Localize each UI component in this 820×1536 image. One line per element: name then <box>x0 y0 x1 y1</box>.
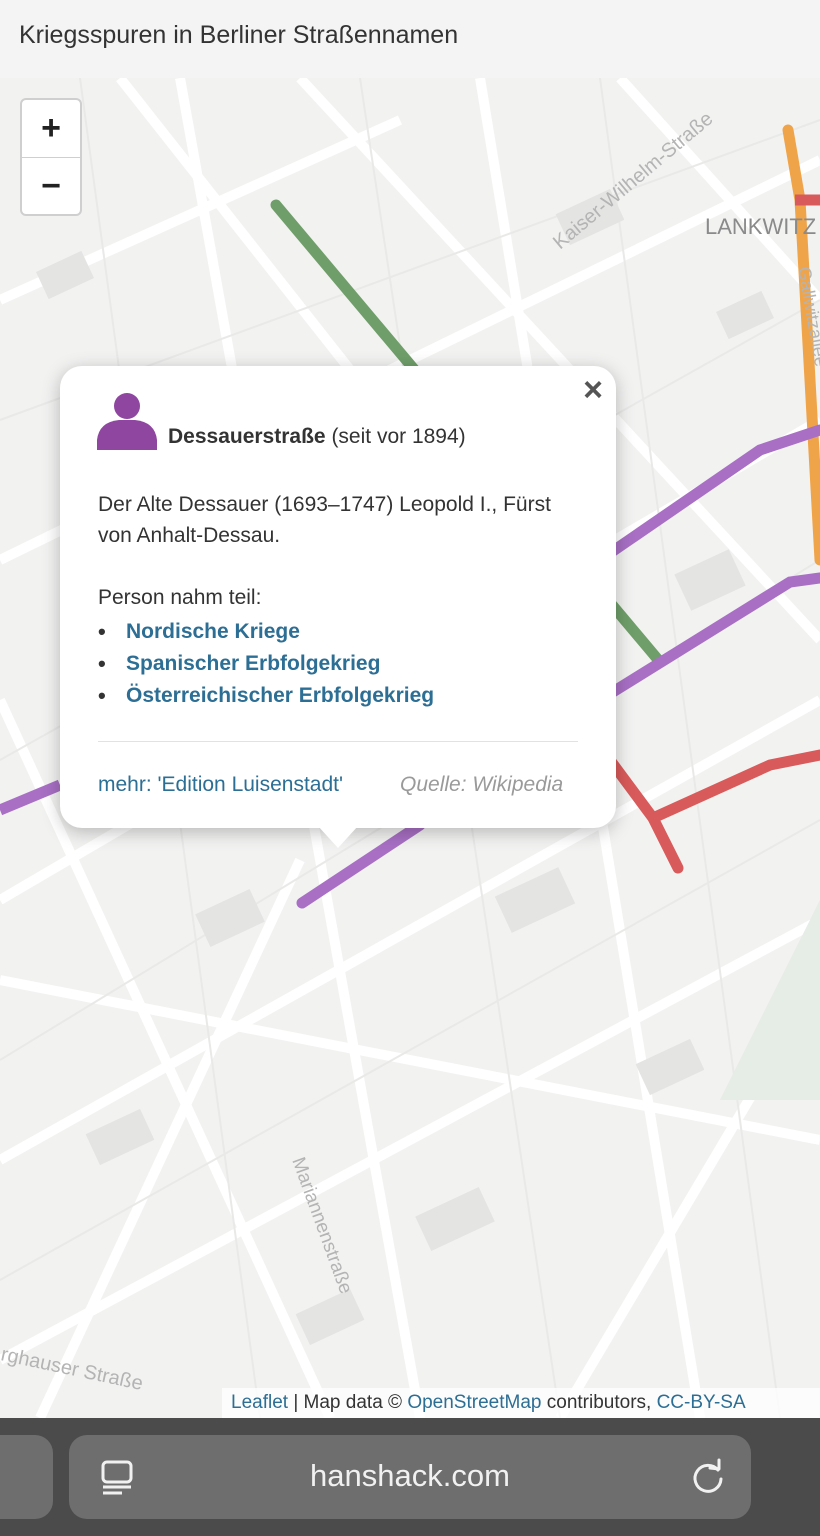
reload-icon[interactable] <box>690 1458 726 1496</box>
title-bar: Kriegsspuren in Berliner Straßennamen <box>0 0 820 78</box>
more-link[interactable]: mehr: 'Edition Luisenstadt' <box>98 773 343 797</box>
wars-list: Nordische Kriege Spanischer Erbfolgekrie… <box>98 616 434 712</box>
street-name: Dessauerstraße <box>168 425 326 448</box>
popup-close-button[interactable]: × <box>578 372 608 408</box>
district-label-lankwitz: LANKWITZ <box>705 214 816 239</box>
osm-link[interactable]: OpenStreetMap <box>407 1392 541 1413</box>
street-since: (seit vor 1894) <box>331 425 466 448</box>
zoom-out-button[interactable]: − <box>22 158 80 215</box>
map-attribution: Leaflet | Map data © OpenStreetMap contr… <box>222 1388 820 1418</box>
green-area <box>720 900 820 1100</box>
war-link-spanischer-erbfolgekrieg[interactable]: Spanischer Erbfolgekrieg <box>98 648 434 680</box>
war-street-purple-1 <box>594 424 820 566</box>
popup-heading: Dessauerstraße (seit vor 1894) <box>168 425 466 449</box>
war-street-red-2 <box>647 749 820 824</box>
license-link[interactable]: CC-BY-SA <box>657 1392 746 1413</box>
source-label: Quelle: Wikipedia <box>400 773 564 796</box>
zoom-control: + − <box>20 98 82 216</box>
participated-label: Person nahm teil: <box>98 586 262 609</box>
popup-tip <box>318 826 358 848</box>
attribution-contrib: contributors, <box>541 1392 657 1413</box>
popup-description: Der Alte Dessauer (1693–1747) Leopold I.… <box>98 493 551 547</box>
page-title: Kriegsspuren in Berliner Straßennamen <box>19 21 459 49</box>
popup-divider <box>98 741 578 742</box>
zoom-in-button[interactable]: + <box>22 100 80 158</box>
war-link-oesterreichischer-erbfolgekrieg[interactable]: Österreichischer Erbfolgekrieg <box>98 680 434 712</box>
attribution-sep: | Map data © <box>288 1392 408 1413</box>
street-label-kaiser: Kaiser-Wilhelm-Straße <box>549 108 717 254</box>
war-link-nordische-kriege[interactable]: Nordische Kriege <box>98 616 434 648</box>
person-icon <box>97 393 157 450</box>
leaflet-link[interactable]: Leaflet <box>231 1392 288 1413</box>
